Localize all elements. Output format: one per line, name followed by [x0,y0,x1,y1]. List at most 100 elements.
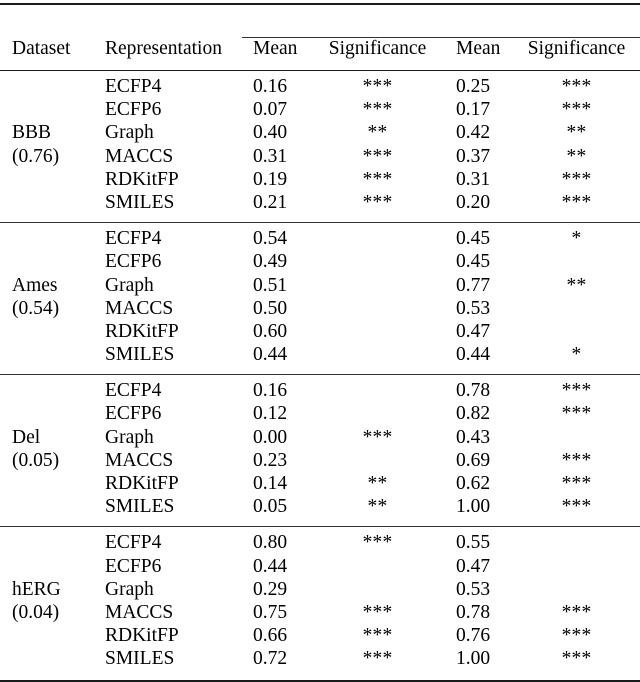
lira-mean-cell: 0.40 [253,122,288,144]
rmia-significance-cell: *** [561,380,592,402]
lira-significance-cell: *** [362,191,393,213]
group-header-lira [242,4,445,38]
lira-mean-cell: 0.21 [253,191,288,213]
dataset-value: (0.54) [12,297,60,319]
dataset-value: (0.04) [12,601,60,623]
lira-significance-cell: *** [362,145,393,167]
dataset-cell-empty [0,532,92,555]
rmia-significance-cell: ** [566,274,587,296]
table-row: RDKitFP 0.19 *** 0.31 *** [0,169,640,192]
table-row: (0.05) MACCS 0.23 0.69 *** [0,450,640,473]
table-row: SMILES 0.72 *** 1.00 *** [0,648,640,671]
lira-significance-cell: ** [367,496,388,518]
rmia-mean-cell: 0.42 [456,122,491,144]
lira-mean-cell: 0.75 [253,601,288,623]
rmia-significance-cell [513,427,640,450]
dataset-cell-empty [0,403,92,426]
representation-cell: ECFP4 [105,76,162,97]
representation-cell: Graph [105,274,154,296]
table-figure: Dataset Representation Mean Significance Mea… [0,0,640,682]
lira-significance-cell [310,403,445,426]
lira-significance-cell [310,344,445,367]
lira-mean-cell: 0.16 [253,380,288,402]
dataset-cell-empty [0,625,92,648]
rmia-significance-cell: ** [566,145,587,167]
rmia-mean-cell: 0.53 [456,578,491,600]
table-row: ECFP6 0.07 *** 0.17 *** [0,99,640,122]
rmia-significance-cell: *** [561,648,592,670]
dataset-cell-empty [0,473,92,496]
dataset-cell-empty [0,251,92,274]
lira-significance-cell: *** [362,601,393,623]
rmia-significance-cell: *** [561,191,592,213]
lira-mean-cell: 0.05 [253,496,288,518]
lira-significance-cell: *** [362,99,393,121]
table-row: hERG Graph 0.29 0.53 [0,579,640,602]
rmia-significance-cell [513,579,640,602]
rmia-significance-cell [513,251,640,274]
lira-significance-cell: *** [362,532,393,554]
lira-significance-cell [310,275,445,298]
rmia-mean-cell: 0.78 [456,380,491,402]
representation-cell: MACCS [105,145,174,167]
lira-mean-cell: 0.07 [253,99,288,121]
col-header-lira-significance: Significance [328,38,427,59]
table-row: SMILES 0.44 0.44 * [0,344,640,367]
rmia-mean-cell: 0.20 [456,191,491,213]
rmia-significance-cell: ** [566,122,587,144]
rmia-significance-cell [513,321,640,344]
rmia-mean-cell: 0.44 [456,344,491,366]
group-header-row [0,4,640,38]
lira-mean-cell: 0.66 [253,625,288,647]
rmia-significance-cell: * [571,228,582,250]
lira-mean-cell: 0.19 [253,168,288,190]
dataset-name: hERG [12,578,61,600]
dataset-cell-empty [0,169,92,192]
rmia-significance-cell: *** [561,449,592,471]
rmia-mean-cell: 0.78 [456,601,491,623]
representation-cell: ECFP4 [105,532,162,554]
rmia-mean-cell: 0.53 [456,297,491,319]
dataset-name: Del [12,426,41,448]
table-row: Del Graph 0.00 *** 0.43 [0,427,640,450]
lira-significance-cell [310,298,445,321]
representation-cell: SMILES [105,496,175,518]
group-header-blank [0,4,242,38]
rmia-significance-cell: *** [561,473,592,494]
representation-cell: ECFP6 [105,99,162,121]
lira-mean-cell: 0.50 [253,297,288,319]
table-row: (0.04) MACCS 0.75 *** 0.78 *** [0,602,640,625]
table-row: Ames Graph 0.51 0.77 ** [0,275,640,298]
table-row: ECFP4 0.16 *** 0.25 *** [0,76,640,99]
lira-mean-cell: 0.12 [253,403,288,425]
table-bottom-rule [0,676,640,682]
rmia-significance-cell: * [571,344,582,366]
representation-cell: SMILES [105,648,175,670]
lira-significance-cell [310,380,445,403]
lira-significance-cell: *** [362,426,393,448]
representation-cell: ECFP6 [105,251,162,273]
dataset-cell-empty [0,76,92,99]
lira-mean-cell: 0.72 [253,648,288,670]
col-header-rmia-mean: Mean [456,38,501,59]
representation-cell: ECFP6 [105,403,162,425]
representation-cell: MACCS [105,601,174,623]
lira-significance-cell [310,556,445,579]
group-header-rmia [445,4,640,38]
table-row: SMILES 0.21 *** 0.20 *** [0,192,640,215]
lira-mean-cell: 0.80 [253,532,288,554]
rmia-mean-cell: 0.47 [456,320,491,342]
representation-cell: ECFP6 [105,555,162,577]
lira-significance-cell: ** [367,473,388,494]
dataset-cell-empty [0,648,92,671]
dataset-cell-empty [0,321,92,344]
table-row: (0.54) MACCS 0.50 0.53 [0,298,640,321]
rmia-mean-cell: 0.76 [456,625,491,647]
representation-cell: MACCS [105,449,174,471]
col-header-dataset: Dataset [12,38,71,59]
dataset-name: BBB [12,122,52,144]
rmia-mean-cell: 0.55 [456,532,491,554]
rmia-mean-cell: 0.69 [456,449,491,471]
lira-significance-cell: *** [362,648,393,670]
representation-cell: Graph [105,426,154,448]
